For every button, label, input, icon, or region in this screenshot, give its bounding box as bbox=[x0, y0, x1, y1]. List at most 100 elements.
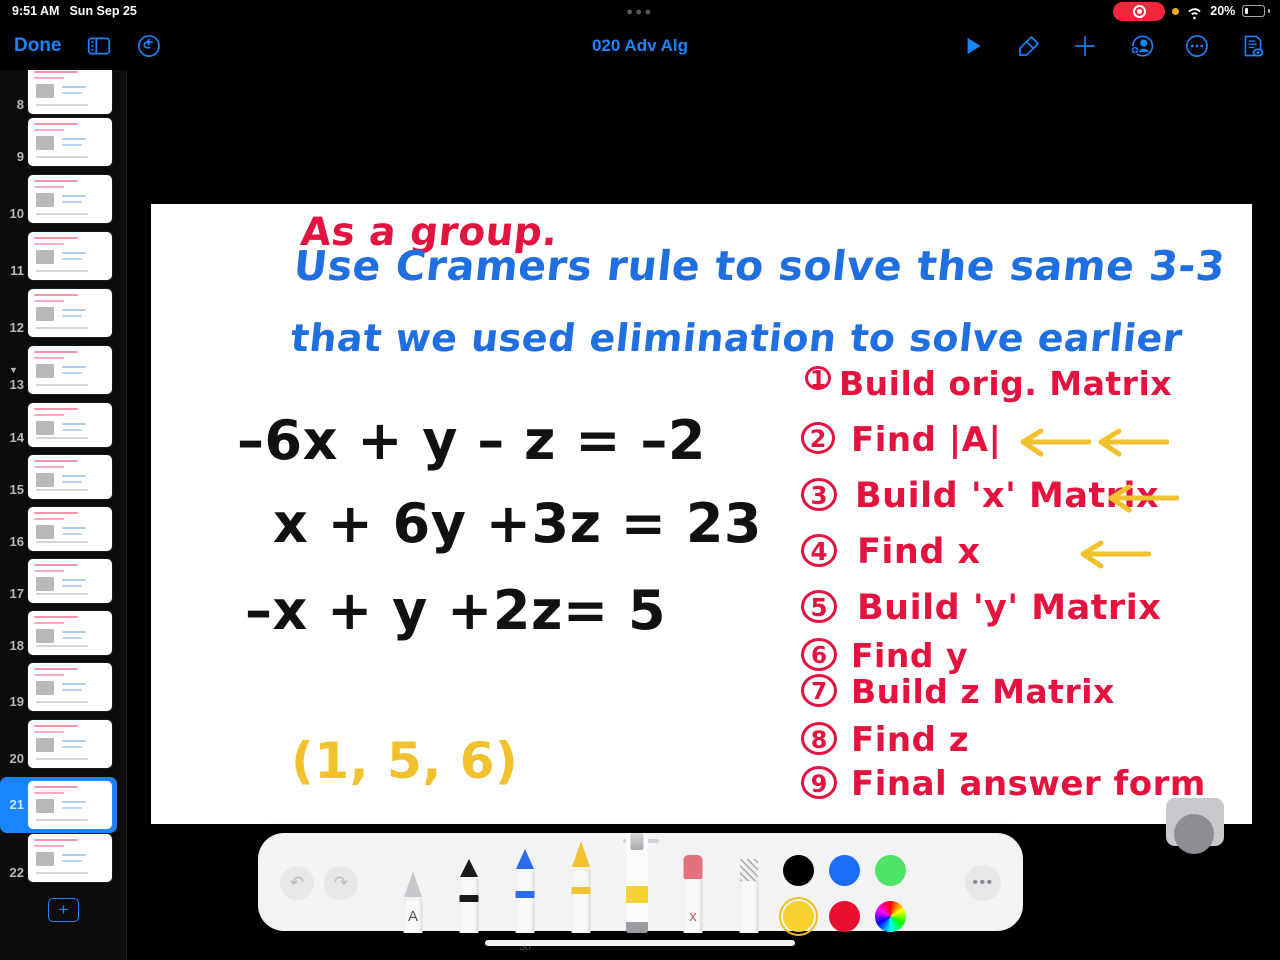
step-number-circle: 4 bbox=[801, 534, 837, 568]
thumbnail-ink-mark bbox=[34, 466, 64, 468]
thumbnail-ink-mark bbox=[36, 852, 54, 866]
thumbnail-preview[interactable] bbox=[28, 455, 112, 499]
thumbnail-page-number: 21 bbox=[9, 796, 24, 812]
text-tool[interactable]: A bbox=[398, 871, 428, 933]
document-preview-icon[interactable] bbox=[1240, 33, 1266, 59]
thumbnail-ink-mark bbox=[34, 674, 64, 676]
sidebar-page-thumbnail[interactable]: 8 bbox=[0, 70, 126, 114]
color-swatch-yellow[interactable] bbox=[779, 897, 818, 936]
sidebar-page-thumbnail[interactable]: 12 bbox=[0, 289, 126, 337]
color-swatch-red[interactable] bbox=[829, 901, 860, 932]
screen-recording-indicator[interactable] bbox=[1113, 1, 1166, 21]
thumbnail-preview[interactable] bbox=[28, 118, 112, 166]
thumbnail-ink-mark bbox=[62, 366, 86, 368]
color-swatch-green[interactable] bbox=[875, 855, 906, 886]
thumbnail-preview[interactable] bbox=[28, 70, 112, 114]
whiteout-tool[interactable] bbox=[622, 833, 652, 933]
drawing-tool-palette[interactable]: ↶ ↷ A 50 x ••• bbox=[258, 833, 1023, 953]
thumbnail-ink-mark bbox=[36, 384, 88, 386]
play-icon[interactable] bbox=[960, 33, 986, 59]
sidebar-page-thumbnail[interactable]: 19 bbox=[0, 663, 126, 711]
equation-1: –6x + y – z = –2 bbox=[237, 409, 706, 472]
thumbnail-ink-mark bbox=[34, 129, 64, 131]
thumbnail-ink-mark bbox=[62, 637, 82, 639]
thumbnail-ink-mark bbox=[36, 104, 88, 106]
thumbnail-preview[interactable] bbox=[28, 559, 112, 603]
thumbnail-ink-mark bbox=[34, 351, 78, 353]
note-canvas-page[interactable]: As a group. Use Cramers rule to solve th… bbox=[151, 204, 1252, 854]
step-number-circle: 9 bbox=[801, 766, 837, 800]
thumbnail-ink-mark bbox=[62, 533, 82, 535]
thumbnail-preview[interactable] bbox=[28, 720, 112, 768]
multitasking-dots[interactable]: ●●● bbox=[0, 6, 1280, 18]
eraser-tool[interactable]: x bbox=[678, 855, 708, 933]
thumbnail-ink-mark bbox=[36, 645, 88, 647]
thumbnail-preview[interactable] bbox=[28, 781, 112, 829]
sidebar-page-thumbnail[interactable]: 15 bbox=[0, 455, 126, 499]
thumbnail-page-number: 13 bbox=[9, 377, 24, 392]
plus-icon[interactable] bbox=[1072, 33, 1098, 59]
thumbnail-preview[interactable] bbox=[28, 346, 112, 394]
step-number-circle: 5 bbox=[801, 590, 837, 624]
thumbnail-ink-mark bbox=[36, 307, 54, 321]
page-thumbnail-sidebar[interactable]: 8 9 10 11 12 13 ▼ 14 15 16 17 18 19 20 21 22 + bbox=[0, 70, 127, 960]
step-text: Build orig. Matrix bbox=[839, 364, 1173, 403]
sidebar-page-thumbnail[interactable]: 17 bbox=[0, 559, 126, 603]
sidebar-page-thumbnail[interactable]: 21 bbox=[0, 777, 126, 833]
thumbnail-ink-mark bbox=[34, 123, 78, 125]
sidebar-page-thumbnail[interactable]: 22 bbox=[0, 834, 126, 882]
thumbnail-ink-mark bbox=[34, 300, 64, 302]
thumbnail-ink-mark bbox=[62, 315, 82, 317]
lasso-tool[interactable] bbox=[734, 855, 764, 933]
step-text: Find x bbox=[857, 532, 981, 572]
sidebar-page-thumbnail[interactable]: 16 bbox=[0, 507, 126, 551]
palette-redo-button[interactable]: ↷ bbox=[324, 866, 358, 900]
thumbnail-ink-mark bbox=[34, 294, 78, 296]
palette-more-button[interactable]: ••• bbox=[965, 865, 1001, 901]
thumbnail-preview[interactable] bbox=[28, 289, 112, 337]
thumbnail-preview[interactable] bbox=[28, 232, 112, 280]
thumbnail-preview[interactable] bbox=[28, 663, 112, 711]
add-person-icon[interactable] bbox=[1128, 33, 1154, 59]
sidebar-page-thumbnail[interactable]: 9 bbox=[0, 118, 126, 166]
laser-pointer-icon[interactable] bbox=[1016, 33, 1042, 59]
thumbnail-ink-mark bbox=[62, 195, 86, 197]
thumbnail-ink-mark bbox=[34, 414, 64, 416]
thumbnail-ink-mark bbox=[36, 84, 54, 98]
color-swatch-rainbow[interactable] bbox=[875, 901, 906, 932]
step-number-circle: 1 bbox=[805, 366, 831, 392]
marker-tool[interactable] bbox=[454, 859, 484, 933]
thumbnail-preview[interactable] bbox=[28, 611, 112, 655]
section-collapse-triangle[interactable]: ▼ bbox=[9, 365, 18, 375]
selected-thumbnail-highlight[interactable]: 21 bbox=[0, 777, 117, 833]
thumbnail-ink-mark bbox=[62, 585, 82, 587]
sidebar-page-thumbnail[interactable]: 20 bbox=[0, 720, 126, 768]
step-text: Final answer form bbox=[851, 764, 1206, 804]
highlighter-tool[interactable] bbox=[566, 841, 596, 933]
sidebar-page-thumbnail[interactable]: 14 bbox=[0, 403, 126, 447]
thumbnail-preview[interactable] bbox=[28, 403, 112, 447]
step-text: Build z Matrix bbox=[851, 672, 1115, 711]
thumbnail-ink-mark bbox=[36, 593, 88, 595]
more-circle-icon[interactable] bbox=[1184, 33, 1210, 59]
sidebar-page-thumbnail[interactable]: 18 bbox=[0, 611, 126, 655]
thumbnail-ink-mark bbox=[62, 92, 82, 94]
sidebar-page-thumbnail[interactable]: 11 bbox=[0, 232, 126, 280]
pen-tool[interactable]: 50 bbox=[510, 849, 540, 953]
sidebar-page-thumbnail[interactable]: 13 ▼ bbox=[0, 346, 126, 394]
page-resize-knob[interactable] bbox=[1174, 814, 1214, 854]
yellow-arrow-annotation bbox=[1071, 538, 1152, 572]
thumbnail-ink-mark bbox=[62, 86, 86, 88]
thumbnail-ink-mark bbox=[36, 213, 88, 215]
add-page-button[interactable]: + bbox=[48, 898, 79, 922]
thumbnail-preview[interactable] bbox=[28, 507, 112, 551]
color-swatch-black[interactable] bbox=[783, 855, 814, 886]
step-text: Find |A| bbox=[851, 420, 1002, 460]
eraser-tool-label: x bbox=[689, 908, 697, 925]
color-swatch-blue[interactable] bbox=[829, 855, 860, 886]
thumbnail-preview[interactable] bbox=[28, 834, 112, 882]
palette-undo-button[interactable]: ↶ bbox=[280, 866, 314, 900]
handwriting-heading-blue-1: Use Cramers rule to solve the same 3-3 bbox=[291, 242, 1228, 290]
sidebar-page-thumbnail[interactable]: 10 bbox=[0, 175, 126, 223]
thumbnail-preview[interactable] bbox=[28, 175, 112, 223]
